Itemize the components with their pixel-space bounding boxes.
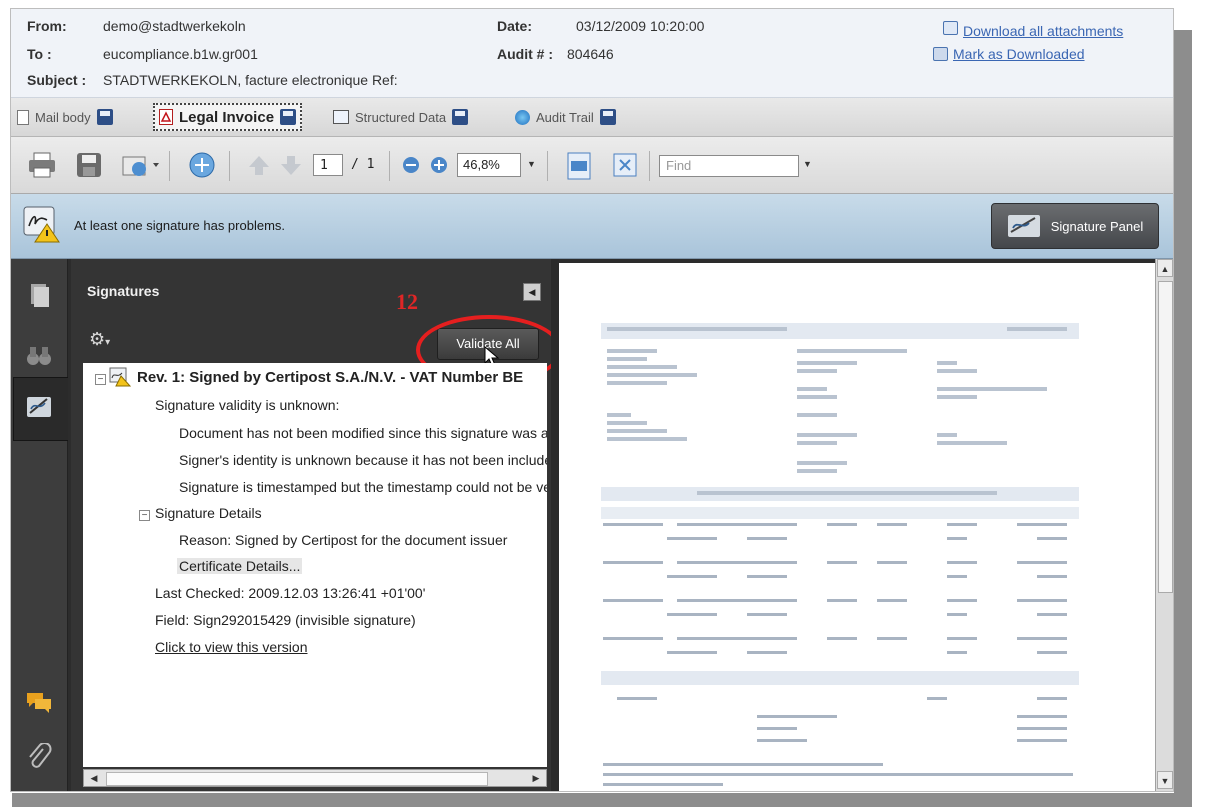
tab-label: Structured Data bbox=[355, 109, 447, 125]
comments-icon[interactable] bbox=[25, 687, 53, 715]
collapse-toggle-icon[interactable]: − bbox=[95, 374, 106, 385]
signature-detail-line: Signer's identity is unknown because it … bbox=[179, 452, 547, 468]
signatures-panel-title: Signatures bbox=[87, 283, 160, 299]
window-shadow bbox=[1174, 30, 1192, 802]
from-label: From: bbox=[27, 18, 67, 34]
save-icon[interactable] bbox=[75, 151, 103, 179]
pane-splitter[interactable] bbox=[551, 259, 559, 791]
tab-legal-invoice[interactable]: Legal Invoice bbox=[153, 103, 303, 131]
tab-label: Mail body bbox=[35, 109, 91, 125]
tab-label: Legal Invoice bbox=[179, 108, 275, 126]
scroll-right-icon[interactable]: ▶ bbox=[528, 771, 544, 785]
pages-icon[interactable] bbox=[25, 281, 53, 309]
window-shadow bbox=[12, 793, 1192, 807]
tab-audit-trail[interactable]: Audit Trail bbox=[515, 104, 616, 130]
document-workarea: Signatures ◀ ⚙▾ Validate All 12 − Rev. 1… bbox=[11, 259, 1173, 791]
page-total: / 1 bbox=[351, 157, 375, 172]
previous-page-icon[interactable] bbox=[247, 153, 271, 177]
attachment-paperclip-icon[interactable] bbox=[25, 743, 53, 771]
chevron-down-icon[interactable]: ▼ bbox=[527, 159, 536, 169]
zoom-out-icon[interactable] bbox=[401, 155, 421, 175]
scroll-left-icon[interactable]: ◀ bbox=[86, 771, 102, 785]
view-version-link[interactable]: Click to view this version bbox=[155, 639, 308, 655]
signature-warning-text: At least one signature has problems. bbox=[74, 218, 286, 233]
tab-label: Audit Trail bbox=[536, 109, 594, 125]
tab-mail-body[interactable]: Mail body bbox=[17, 104, 113, 130]
next-page-icon[interactable] bbox=[279, 153, 303, 177]
document-tabs: Mail body Legal Invoice Structured Data … bbox=[11, 98, 1173, 137]
fit-page-icon[interactable] bbox=[611, 151, 639, 179]
print-icon[interactable] bbox=[27, 151, 57, 179]
vertical-scrollbar[interactable]: ▲ ▼ bbox=[1155, 259, 1173, 791]
navigation-pane bbox=[11, 259, 68, 791]
to-value: eucompliance.b1w.gr001 bbox=[103, 46, 258, 62]
binoculars-icon[interactable] bbox=[25, 341, 53, 369]
signature-detail-line: Signature is timestamped but the timesta… bbox=[179, 479, 547, 495]
zoom-select[interactable]: 46,8% bbox=[457, 153, 521, 177]
mail-header: From: demo@stadtwerkekoln To : eucomplia… bbox=[11, 9, 1173, 98]
scroll-down-icon[interactable]: ▼ bbox=[1157, 771, 1173, 789]
gear-icon[interactable]: ⚙▾ bbox=[89, 329, 110, 350]
subject-label: Subject : bbox=[27, 72, 87, 88]
save-icon[interactable] bbox=[452, 109, 469, 125]
signatures-icon[interactable] bbox=[25, 393, 53, 421]
fit-width-icon[interactable] bbox=[565, 151, 593, 181]
date-label: Date: bbox=[497, 18, 533, 34]
save-icon[interactable] bbox=[280, 109, 297, 125]
scrollbar-thumb[interactable] bbox=[106, 772, 488, 786]
scroll-up-icon[interactable]: ▲ bbox=[1157, 259, 1173, 277]
mark-downloaded-link[interactable]: Mark as Downloaded bbox=[953, 46, 1085, 62]
find-input[interactable]: Find bbox=[659, 155, 799, 177]
chevron-down-icon[interactable]: ▼ bbox=[803, 159, 812, 169]
invoice-page-thumbnail bbox=[597, 317, 1087, 787]
signatures-panel: Signatures ◀ ⚙▾ Validate All 12 − Rev. 1… bbox=[71, 259, 562, 791]
structured-data-icon bbox=[333, 110, 349, 124]
save-icon[interactable] bbox=[599, 109, 616, 125]
document-view bbox=[559, 263, 1173, 791]
signature-field: Field: Sign292015429 (invisible signatur… bbox=[155, 612, 416, 628]
download-all-link[interactable]: Download all attachments bbox=[963, 23, 1123, 39]
audit-label: Audit # : bbox=[497, 46, 553, 62]
signature-revision-item[interactable]: Rev. 1: Signed by Certipost S.A./N.V. - … bbox=[137, 369, 523, 386]
pdf-toolbar: 1 / 1 46,8% ▼ Find ▼ bbox=[11, 137, 1173, 194]
signature-warning-icon bbox=[109, 367, 131, 387]
date-value: 03/12/2009 10:20:00 bbox=[576, 18, 705, 34]
signature-details-node[interactable]: Signature Details bbox=[155, 505, 262, 521]
page-number-input[interactable]: 1 bbox=[313, 154, 343, 176]
pdf-icon bbox=[159, 109, 173, 125]
document-icon bbox=[17, 109, 29, 125]
signature-pen-icon bbox=[1007, 215, 1040, 237]
zoom-in-icon[interactable] bbox=[429, 155, 449, 175]
signature-message-bar: At least one signature has problems. Sig… bbox=[11, 194, 1173, 259]
from-value: demo@stadtwerkekoln bbox=[103, 18, 246, 34]
scrollbar-thumb[interactable] bbox=[1158, 281, 1173, 593]
signature-validity-status: Signature validity is unknown: bbox=[155, 397, 340, 413]
tab-structured-data[interactable]: Structured Data bbox=[333, 104, 469, 130]
browser-icon bbox=[515, 109, 530, 125]
signature-panel-label: Signature Panel bbox=[1050, 218, 1144, 234]
horizontal-scrollbar[interactable]: ◀ ▶ bbox=[83, 769, 547, 787]
signature-warning-icon bbox=[23, 206, 60, 243]
signature-tree: − Rev. 1: Signed by Certipost S.A./N.V. … bbox=[83, 363, 547, 767]
annotation-step-number: 12 bbox=[396, 289, 418, 314]
collapse-toggle-icon[interactable]: − bbox=[139, 510, 150, 521]
zoom-value: 46,8% bbox=[463, 157, 500, 172]
attachments-icon bbox=[943, 21, 958, 35]
signature-reason: Reason: Signed by Certipost for the docu… bbox=[179, 532, 508, 548]
save-icon bbox=[933, 47, 948, 61]
signature-panel-button[interactable]: Signature Panel bbox=[991, 203, 1159, 249]
collapse-panel-button[interactable]: ◀ bbox=[523, 283, 541, 301]
last-checked: Last Checked: 2009.12.03 13:26:41 +01'00… bbox=[155, 585, 426, 601]
email-share-icon[interactable] bbox=[121, 151, 161, 179]
signature-detail-line: Document has not been modified since thi… bbox=[179, 425, 547, 441]
subject-value: STADTWERKEKOLN, facture electronique Ref… bbox=[103, 72, 398, 88]
collaborate-icon[interactable] bbox=[187, 151, 217, 179]
to-label: To : bbox=[27, 46, 52, 62]
save-icon[interactable] bbox=[96, 109, 113, 125]
audit-value: 804646 bbox=[567, 46, 614, 62]
certificate-details-link[interactable]: Certificate Details... bbox=[177, 558, 303, 574]
app-window: From: demo@stadtwerkekoln To : eucomplia… bbox=[10, 8, 1174, 792]
